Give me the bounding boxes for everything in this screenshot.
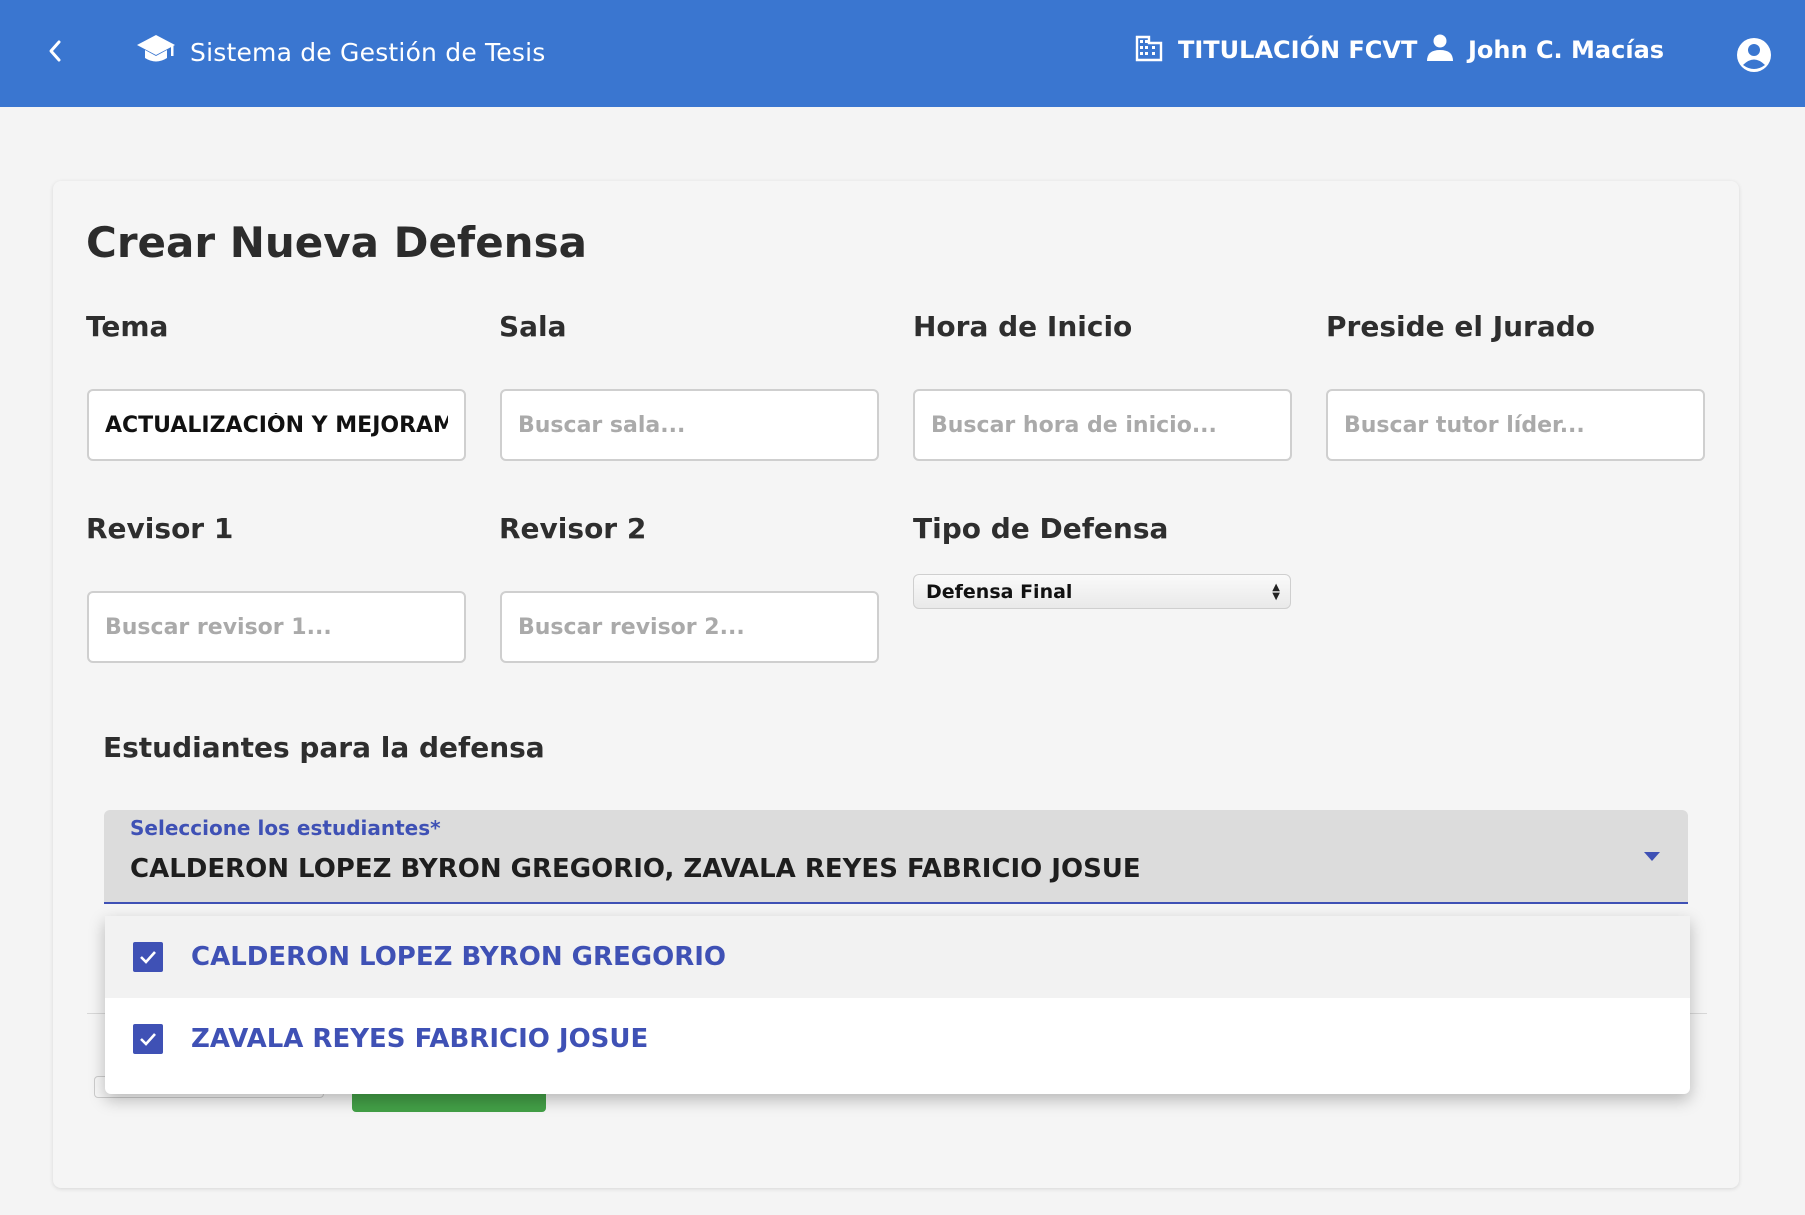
tipo-defensa-value: Defensa Final [926, 580, 1073, 603]
sala-search-input[interactable] [500, 389, 879, 461]
student-option[interactable]: ZAVALA REYES FABRICIO JOSUE [105, 998, 1690, 1080]
students-section-title: Estudiantes para la defensa [103, 731, 545, 764]
students-selected-value: CALDERON LOPEZ BYRON GREGORIO, ZAVALA RE… [130, 854, 1141, 884]
user-name: John C. Macías [1468, 36, 1665, 64]
user-menu[interactable]: John C. Macías [1426, 33, 1664, 67]
students-select-label: Seleccione los estudiantes* [130, 816, 441, 840]
building-icon [1134, 33, 1164, 67]
student-option[interactable]: CALDERON LOPEZ BYRON GREGORIO [105, 916, 1690, 998]
student-option-label: ZAVALA REYES FABRICIO JOSUE [191, 1024, 649, 1054]
checkbox-checked[interactable] [133, 1024, 163, 1054]
revisor1-search-input[interactable] [87, 591, 466, 663]
account-circle-icon [1735, 38, 1773, 78]
tema-label: Tema [86, 310, 169, 343]
checkbox-checked[interactable] [133, 942, 163, 972]
dropdown-arrow-icon [1644, 852, 1660, 861]
back-button[interactable] [40, 38, 70, 68]
page-title: Crear Nueva Defensa [86, 218, 587, 267]
hora-label: Hora de Inicio [913, 310, 1133, 343]
tema-input[interactable] [87, 389, 466, 461]
hora-search-input[interactable] [913, 389, 1292, 461]
org-selector[interactable]: TITULACIÓN FCVT [1134, 33, 1417, 67]
app-brand[interactable]: Sistema de Gestión de Tesis [136, 33, 545, 71]
select-arrows-icon: ▲ ▼ [1272, 582, 1280, 602]
tipo-label: Tipo de Defensa [913, 512, 1169, 545]
students-multiselect[interactable]: Seleccione los estudiantes* CALDERON LOP… [104, 810, 1688, 904]
top-app-bar: Sistema de Gestión de Tesis TITULACIÓN F… [0, 0, 1805, 107]
graduation-cap-icon [136, 33, 176, 71]
revisor2-search-input[interactable] [500, 591, 879, 663]
revisor1-label: Revisor 1 [86, 512, 234, 545]
chevron-left-icon [46, 39, 64, 67]
org-name: TITULACIÓN FCVT [1178, 36, 1418, 64]
person-icon [1426, 33, 1454, 67]
preside-label: Preside el Jurado [1326, 310, 1596, 343]
app-title: Sistema de Gestión de Tesis [190, 37, 546, 67]
students-dropdown-panel: CALDERON LOPEZ BYRON GREGORIO ZAVALA REY… [105, 916, 1690, 1094]
tipo-defensa-select[interactable]: Defensa Final ▲ ▼ [913, 574, 1291, 609]
account-button[interactable] [1735, 36, 1773, 74]
revisor2-label: Revisor 2 [499, 512, 647, 545]
sala-label: Sala [499, 310, 567, 343]
preside-search-input[interactable] [1326, 389, 1705, 461]
student-option-label: CALDERON LOPEZ BYRON GREGORIO [191, 942, 727, 972]
